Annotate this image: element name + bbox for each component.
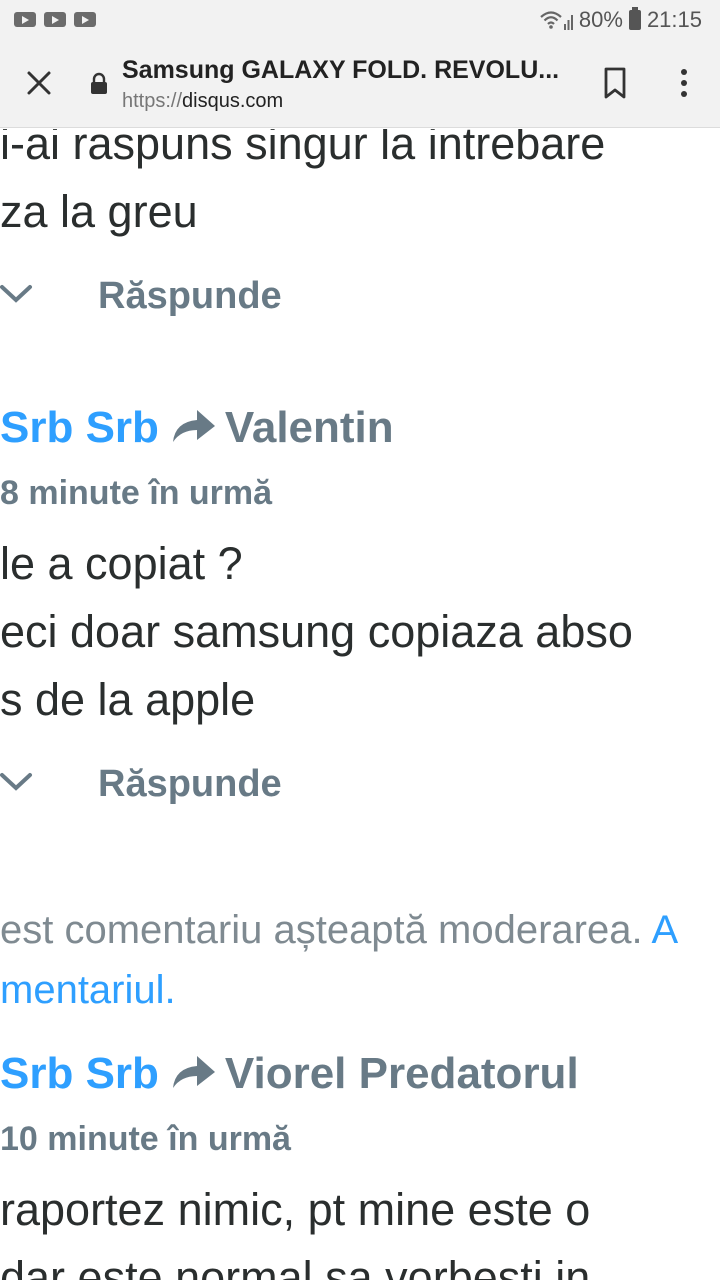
moderation-link[interactable]: mentariul. xyxy=(0,960,678,1020)
comment-line: le a copiat ? xyxy=(0,538,243,589)
comment-body: raportez nimic, pt mine este o dar este … xyxy=(0,1176,590,1280)
reply-to-name[interactable]: Viorel Predatorul xyxy=(225,1049,579,1098)
chevron-down-icon[interactable] xyxy=(0,279,34,307)
close-icon[interactable] xyxy=(22,66,56,100)
reply-to-name[interactable]: Valentin xyxy=(225,403,394,452)
page-title[interactable]: Samsung GALAXY FOLD. REVOLU... xyxy=(122,56,572,85)
reply-button[interactable]: Răspunde xyxy=(98,763,282,806)
comment-line: dar este normal sa vorbesti in xyxy=(0,1252,591,1280)
comment-line: raportez nimic, pt mine este o xyxy=(0,1184,591,1235)
youtube-icon xyxy=(44,12,66,27)
page-url[interactable]: https://disqus.com xyxy=(122,90,283,113)
reply-button[interactable]: Răspunde xyxy=(98,275,282,318)
youtube-icon xyxy=(74,12,96,27)
bookmark-icon[interactable] xyxy=(602,66,628,100)
comment-header: Srb Srb Viorel Predatorul xyxy=(0,1049,579,1099)
url-host: disqus.com xyxy=(182,90,284,112)
browser-toolbar: Samsung GALAXY FOLD. REVOLU... https://d… xyxy=(0,40,720,128)
comment-line: s de la apple xyxy=(0,674,256,725)
lock-icon xyxy=(91,72,107,94)
reply-arrow-icon xyxy=(172,1056,215,1088)
moderation-link[interactable]: A xyxy=(651,908,678,952)
more-options-icon[interactable] xyxy=(676,66,692,100)
clock: 21:15 xyxy=(646,7,702,32)
battery-icon xyxy=(628,7,641,30)
author-name[interactable]: Srb Srb xyxy=(0,403,159,452)
author-name[interactable]: Srb Srb xyxy=(0,1049,159,1098)
comment-feed: i-ai raspuns singur la intrebare za la g… xyxy=(0,129,720,1280)
comment-line: eci doar samsung copiaza abso xyxy=(0,606,633,657)
reply-row: Răspunde xyxy=(0,275,400,319)
url-protocol: https:// xyxy=(122,90,183,112)
moderation-text: est comentariu așteaptă moderarea. xyxy=(0,908,643,952)
comment-body: le a copiat ? eci doar samsung copiaza a… xyxy=(0,530,633,734)
wifi-signal-icon xyxy=(540,11,573,30)
battery-percent: 80% xyxy=(578,7,623,32)
comment-header: Srb Srb Valentin xyxy=(0,403,394,453)
reply-row: Răspunde xyxy=(0,763,400,807)
comment-timestamp[interactable]: 8 minute în urmă xyxy=(0,474,272,513)
comment-timestamp[interactable]: 10 minute în urmă xyxy=(0,1120,291,1159)
reply-arrow-icon xyxy=(172,410,215,442)
moderation-notice: est comentariu așteaptă moderarea. A men… xyxy=(0,900,678,1020)
status-bar: 80% 21:15 xyxy=(0,0,720,40)
youtube-icon xyxy=(14,12,36,27)
chevron-down-icon[interactable] xyxy=(0,767,34,795)
comment-line: za la greu xyxy=(0,186,198,237)
comment-line: i-ai raspuns singur la intrebare xyxy=(0,129,606,169)
comment-body: i-ai raspuns singur la intrebare za la g… xyxy=(0,129,605,246)
